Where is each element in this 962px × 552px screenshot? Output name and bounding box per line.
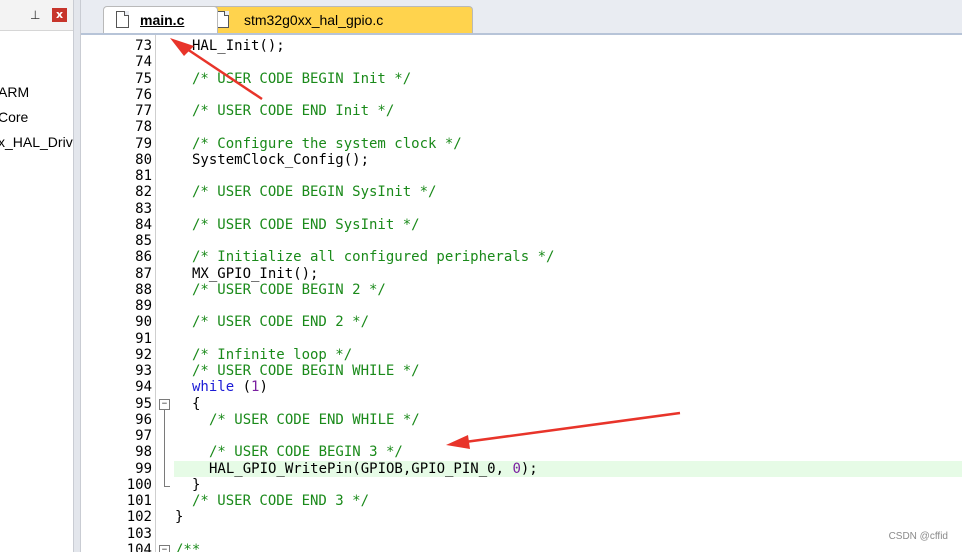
line-number: 99 <box>135 460 152 477</box>
line-number: 81 <box>135 168 152 184</box>
line-number: 104 <box>126 541 152 552</box>
code-line[interactable]: /* USER CODE END SysInit */ <box>192 217 420 233</box>
line-number: 85 <box>135 233 152 249</box>
code-line[interactable]: MX_GPIO_Init(); <box>192 266 318 282</box>
line-number: 75 <box>135 70 152 87</box>
editor-tab-bar: stm32g0xx_hal_gpio.c main.c <box>81 0 962 35</box>
code-line[interactable]: /* USER CODE BEGIN SysInit */ <box>192 184 436 200</box>
line-number: 102 <box>126 509 152 526</box>
tab-stm32g0xx-hal-gpio[interactable]: stm32g0xx_hal_gpio.c <box>203 6 473 33</box>
line-number: 79 <box>135 135 152 152</box>
code-line[interactable]: /* Infinite loop */ <box>192 347 352 363</box>
code-line[interactable]: /* USER CODE END Init */ <box>192 103 394 119</box>
tab-label: main.c <box>140 12 185 28</box>
line-number: 91 <box>135 330 152 347</box>
code-line[interactable]: /* USER CODE BEGIN Init */ <box>192 71 411 87</box>
line-number: 94 <box>135 379 152 396</box>
line-number: 84 <box>135 216 152 233</box>
code-line[interactable]: /* USER CODE END 2 */ <box>192 314 369 330</box>
code-line[interactable]: } <box>175 509 183 525</box>
tab-label: stm32g0xx_hal_gpio.c <box>244 12 384 28</box>
file-icon <box>116 11 129 28</box>
code-token: ( <box>234 379 252 396</box>
number-token: 0 <box>512 460 521 477</box>
code-line[interactable]: HAL_Init(); <box>192 38 285 54</box>
code-token: HAL_GPIO_WritePin(GPIOB,GPIO_PIN_0, <box>209 460 513 477</box>
line-number: 80 <box>135 151 152 168</box>
pane-splitter[interactable] <box>74 0 81 552</box>
fold-toggle-icon[interactable]: − <box>159 544 170 552</box>
line-number: 88 <box>135 281 152 298</box>
project-pane: ⊥ x ARM Core x_HAL_Driv <box>0 0 74 552</box>
tree-item-arm[interactable]: ARM <box>0 84 29 100</box>
tree-item-core[interactable]: Core <box>0 109 28 125</box>
fold-toggle-icon[interactable]: − <box>159 398 170 410</box>
code-line[interactable]: /* USER CODE BEGIN 2 */ <box>192 282 386 298</box>
tab-main-c[interactable]: main.c <box>103 6 218 33</box>
code-line[interactable]: /* USER CODE END WHILE */ <box>209 412 420 428</box>
line-number: 83 <box>135 200 152 217</box>
code-line[interactable]: while (1) <box>192 379 268 395</box>
line-number: 93 <box>135 363 152 379</box>
code-editor[interactable]: CSDN @cffid 73 HAL_Init(); 74 75 /* USER COD… <box>81 35 962 552</box>
code-line[interactable]: { <box>192 396 200 412</box>
code-line[interactable]: HAL_GPIO_WritePin(GPIOB,GPIO_PIN_0, 0); <box>209 461 538 477</box>
line-number: 100 <box>126 476 152 493</box>
code-line[interactable]: /* USER CODE BEGIN WHILE */ <box>192 363 420 379</box>
tree-item-hal-driver[interactable]: x_HAL_Driv <box>0 134 73 150</box>
code-line[interactable]: /* Initialize all configured peripherals… <box>192 249 554 265</box>
line-number: 82 <box>135 184 152 201</box>
line-number: 89 <box>135 298 152 314</box>
watermark: CSDN @cffid <box>888 531 948 542</box>
code-token: ) <box>259 379 268 396</box>
code-line[interactable]: /* Configure the system clock */ <box>192 136 462 152</box>
line-number: 87 <box>135 265 152 282</box>
line-number: 90 <box>135 314 152 331</box>
line-number: 97 <box>135 428 152 444</box>
pin-icon[interactable]: ⊥ <box>30 8 40 22</box>
line-number: 77 <box>135 103 152 119</box>
line-number: 76 <box>135 86 152 103</box>
code-line[interactable]: /* USER CODE END 3 */ <box>192 493 369 509</box>
line-number: 103 <box>126 525 152 542</box>
line-number: 78 <box>135 119 152 136</box>
line-number: 98 <box>135 444 152 461</box>
code-line[interactable]: SystemClock_Config(); <box>192 152 369 168</box>
line-number: 101 <box>126 493 152 509</box>
line-number: 86 <box>135 249 152 266</box>
line-number: 92 <box>135 346 152 363</box>
code-line[interactable]: /* USER CODE BEGIN 3 */ <box>209 444 403 460</box>
code-line[interactable]: /** <box>175 542 200 552</box>
line-number: 73 <box>135 38 152 54</box>
line-number: 96 <box>135 411 152 428</box>
line-number: 95 <box>135 395 152 412</box>
keyword-token: while <box>192 379 235 396</box>
code-token: ); <box>520 460 538 477</box>
fold-guide-end <box>164 485 170 487</box>
line-number: 74 <box>135 54 152 71</box>
close-pane-button[interactable]: x <box>52 8 67 22</box>
code-line[interactable]: } <box>192 477 200 493</box>
project-pane-header: ⊥ x <box>0 0 73 31</box>
fold-guide-line <box>164 409 165 487</box>
